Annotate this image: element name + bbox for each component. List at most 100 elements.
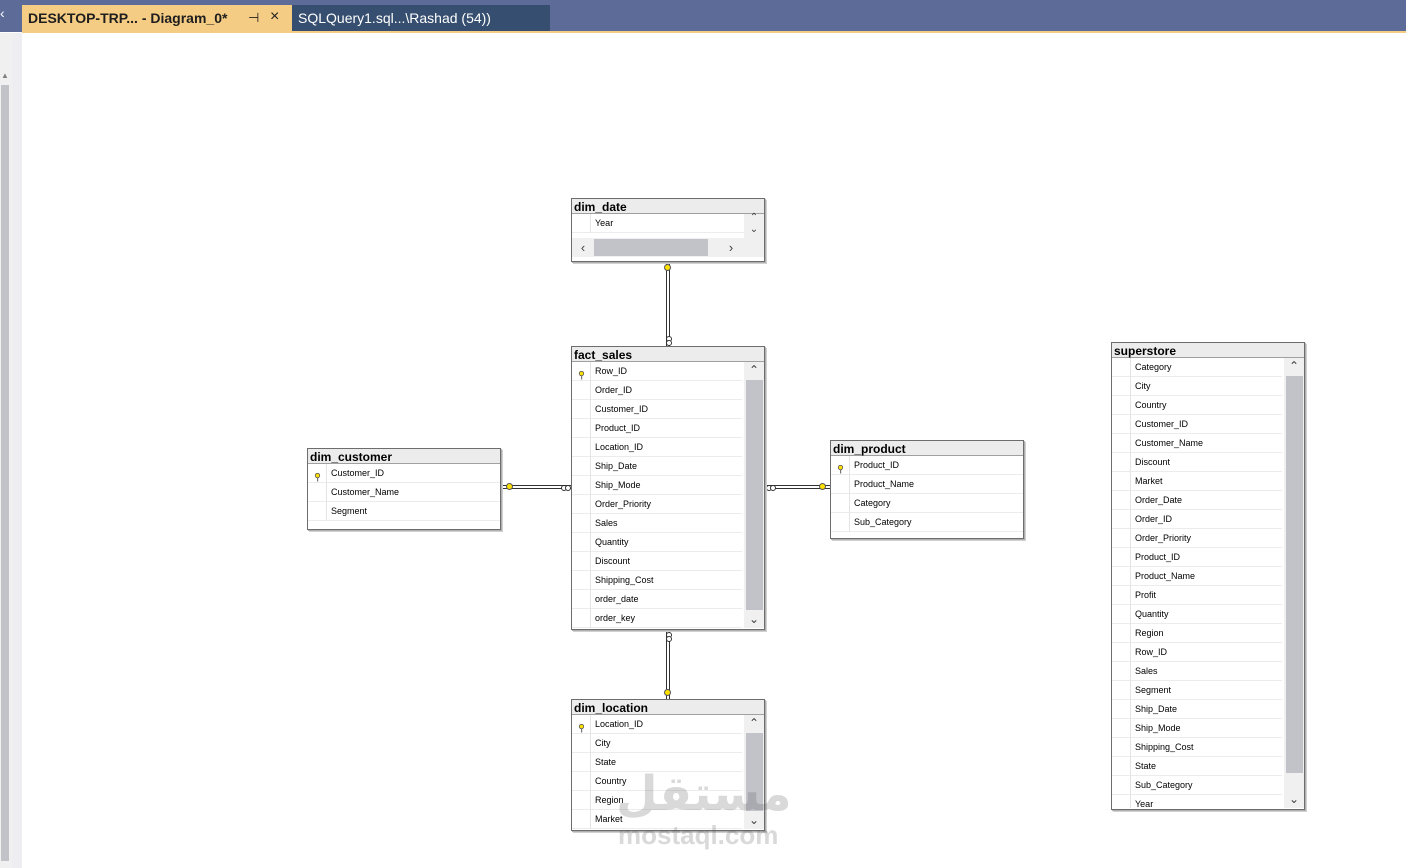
chevron-up-icon[interactable]: ⌃: [1284, 358, 1304, 375]
table-row[interactable]: Product_ID: [1112, 548, 1282, 567]
row-selector[interactable]: [572, 214, 591, 233]
row-selector[interactable]: [1112, 377, 1131, 396]
row-selector[interactable]: [831, 456, 850, 475]
table-row[interactable]: Ship_Mode: [1112, 719, 1282, 738]
row-selector[interactable]: [572, 495, 591, 514]
row-selector[interactable]: [1112, 396, 1131, 415]
row-selector[interactable]: [572, 571, 591, 590]
tab-sql-query[interactable]: SQLQuery1.sql...\Rashad (54)): [292, 5, 550, 32]
table-row[interactable]: Order_Date: [1112, 491, 1282, 510]
row-selector[interactable]: [1112, 719, 1131, 738]
row-selector[interactable]: [572, 552, 591, 571]
chevron-up-icon[interactable]: ▲: [1, 71, 9, 80]
table-row[interactable]: Order_ID: [1112, 510, 1282, 529]
table-row[interactable]: Customer_ID: [572, 400, 742, 419]
table-title[interactable]: dim_location: [572, 700, 764, 715]
table-row[interactable]: Order_Priority: [1112, 529, 1282, 548]
table-row[interactable]: Sales: [572, 514, 742, 533]
close-icon[interactable]: ×: [270, 8, 279, 26]
row-selector[interactable]: [572, 791, 591, 810]
table-row[interactable]: Discount: [1112, 453, 1282, 472]
table-row[interactable]: City: [1112, 377, 1282, 396]
chevron-down-icon[interactable]: ⌄: [744, 224, 764, 236]
table-vertical-scrollbar[interactable]: ⌃ ⌄: [744, 362, 764, 628]
chevron-left-icon[interactable]: ‹: [0, 6, 5, 20]
row-selector[interactable]: [1112, 510, 1131, 529]
row-selector[interactable]: [572, 514, 591, 533]
vertical-scroll-thumb[interactable]: [746, 380, 763, 610]
row-selector[interactable]: [1112, 453, 1131, 472]
table-row[interactable]: Location_ID: [572, 715, 742, 734]
table-row[interactable]: Category: [1112, 358, 1282, 377]
row-selector[interactable]: [572, 810, 591, 829]
row-selector[interactable]: [572, 715, 591, 734]
table-row[interactable]: Customer_Name: [308, 483, 500, 502]
row-selector[interactable]: [831, 513, 850, 532]
table-dim-product[interactable]: dim_product Product_ID Product_Name Catego…: [830, 440, 1024, 539]
row-selector[interactable]: [572, 609, 591, 628]
table-row[interactable]: Ship_Date: [1112, 700, 1282, 719]
row-selector[interactable]: [1112, 567, 1131, 586]
table-row[interactable]: Customer_ID: [308, 464, 500, 483]
row-selector[interactable]: [572, 753, 591, 772]
chevron-up-icon[interactable]: ⌃: [744, 715, 764, 732]
table-row[interactable]: State: [1112, 757, 1282, 776]
row-selector[interactable]: [1112, 586, 1131, 605]
table-row[interactable]: Shipping_Cost: [572, 571, 742, 590]
table-row[interactable]: Quantity: [1112, 605, 1282, 624]
row-selector[interactable]: [1112, 757, 1131, 776]
table-row[interactable]: Year: [572, 214, 744, 233]
chevron-left-icon[interactable]: ‹: [574, 238, 592, 257]
row-selector[interactable]: [1112, 415, 1131, 434]
sidebar-scrollbar[interactable]: ▲: [0, 33, 12, 868]
table-row[interactable]: Customer_ID: [1112, 415, 1282, 434]
table-row[interactable]: Profit: [1112, 586, 1282, 605]
row-selector[interactable]: [1112, 605, 1131, 624]
row-selector[interactable]: [1112, 662, 1131, 681]
table-row[interactable]: Product_ID: [572, 419, 742, 438]
table-dim-customer[interactable]: dim_customer Customer_ID Customer_Name Seg…: [307, 448, 501, 530]
row-selector[interactable]: [1112, 434, 1131, 453]
table-row[interactable]: City: [572, 734, 742, 753]
table-row[interactable]: Region: [1112, 624, 1282, 643]
table-row[interactable]: Country: [1112, 396, 1282, 415]
row-selector[interactable]: [572, 533, 591, 552]
table-row[interactable]: Sub_Category: [831, 513, 1023, 532]
table-title[interactable]: fact_sales: [572, 347, 764, 362]
table-row[interactable]: Customer_Name: [1112, 434, 1282, 453]
table-dim-date[interactable]: dim_date Year ⌃ ⌄ ‹ ›: [571, 198, 765, 262]
table-horizontal-scrollbar[interactable]: ‹ ›: [572, 238, 764, 257]
chevron-down-icon[interactable]: ⌄: [744, 611, 764, 628]
chevron-up-icon[interactable]: ⌃: [744, 212, 764, 224]
table-row[interactable]: Order_Priority: [572, 495, 742, 514]
table-row[interactable]: Market: [1112, 472, 1282, 491]
vertical-scroll-thumb[interactable]: [1286, 376, 1303, 773]
tab-diagram[interactable]: DESKTOP-TRP... - Diagram_0* ⊣ ×: [22, 5, 292, 32]
row-selector[interactable]: [1112, 529, 1131, 548]
row-selector[interactable]: [1112, 681, 1131, 700]
row-selector[interactable]: [831, 494, 850, 513]
table-row[interactable]: order_date: [572, 590, 742, 609]
row-selector[interactable]: [572, 381, 591, 400]
row-selector[interactable]: [1112, 624, 1131, 643]
row-selector[interactable]: [1112, 776, 1131, 795]
row-selector[interactable]: [831, 475, 850, 494]
table-title[interactable]: dim_date: [572, 199, 764, 214]
table-row[interactable]: Quantity: [572, 533, 742, 552]
row-selector[interactable]: [572, 457, 591, 476]
pin-icon[interactable]: ⊣: [248, 10, 259, 26]
table-row[interactable]: Product_ID: [831, 456, 1023, 475]
table-row[interactable]: Ship_Mode: [572, 476, 742, 495]
table-row[interactable]: Sub_Category: [1112, 776, 1282, 795]
row-selector[interactable]: [1112, 738, 1131, 757]
table-fact-sales[interactable]: fact_sales Row_ID Order_ID Customer_ID Prod…: [571, 346, 765, 630]
table-row[interactable]: Row_ID: [1112, 643, 1282, 662]
row-selector[interactable]: [572, 438, 591, 457]
table-row[interactable]: Product_Name: [1112, 567, 1282, 586]
table-vertical-scrollbar[interactable]: ⌃ ⌄: [744, 212, 764, 238]
table-row[interactable]: Order_ID: [572, 381, 742, 400]
sidebar-scroll-thumb[interactable]: [1, 85, 9, 861]
table-row[interactable]: Row_ID: [572, 362, 742, 381]
row-selector[interactable]: [1112, 491, 1131, 510]
row-selector[interactable]: [572, 400, 591, 419]
